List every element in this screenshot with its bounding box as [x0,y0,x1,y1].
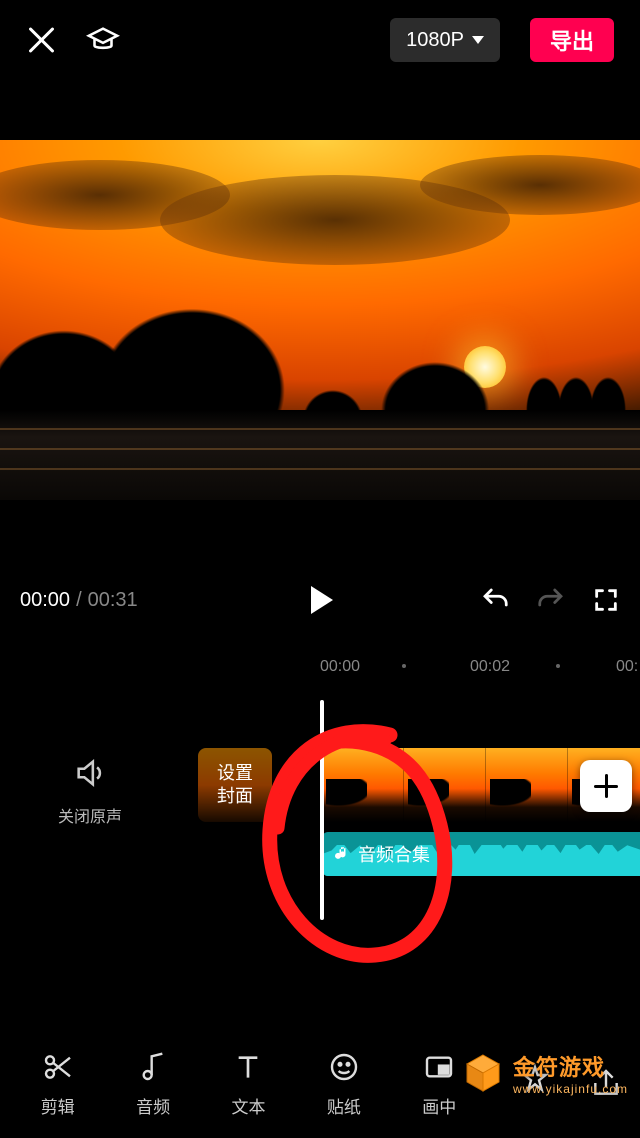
pip-icon [421,1049,457,1085]
ruler-dot [556,664,560,668]
timeline: 关闭原声 设置 封面 音频合集 [0,720,640,960]
mute-label: 关闭原声 [0,803,180,827]
watermark-url: www.yikajinfu.com [513,1082,628,1096]
cube-icon [461,1051,505,1095]
tool-audio[interactable]: 音频 [105,1028,200,1138]
add-clip-button[interactable] [580,760,632,812]
resolution-label: 1080P [406,29,464,52]
redo-button[interactable] [536,585,566,615]
duration: 00:31 [88,589,138,612]
watermark-name: 金符游戏 [513,1050,628,1082]
tool-edit[interactable]: 剪辑 [10,1028,105,1138]
set-cover-button[interactable]: 设置 封面 [198,748,272,822]
tool-label: 文本 [231,1093,265,1118]
play-button[interactable] [307,586,333,614]
playhead[interactable] [320,700,324,920]
fullscreen-button[interactable] [592,586,620,614]
audio-track-label: 音频合集 [358,841,430,867]
playback-bar: 00:00 / 00:31 [0,570,640,630]
ruler-tick: 00:00 [320,658,360,676]
preview-image [0,140,640,500]
scissors-icon [40,1049,76,1085]
clip-frame [404,748,486,822]
tool-label: 贴纸 [327,1093,361,1118]
clip-frame [322,748,404,822]
tool-label: 音频 [136,1093,170,1118]
clip-frame [486,748,568,822]
ruler-tick: 00: [616,658,638,676]
tool-label: 剪辑 [41,1093,75,1118]
tool-label: 画中 [422,1093,456,1118]
undo-button[interactable] [480,585,510,615]
sticker-icon [326,1049,362,1085]
speaker-icon [73,756,107,795]
resolution-button[interactable]: 1080P [390,18,500,62]
play-icon [311,586,333,614]
tool-text[interactable]: 文本 [201,1028,296,1138]
tool-sticker[interactable]: 贴纸 [296,1028,391,1138]
ruler-dot [402,664,406,668]
watermark: 金符游戏 www.yikajinfu.com [461,1050,628,1096]
export-button[interactable]: 导出 [530,18,614,62]
timeline-ruler[interactable]: 00:00 00:02 00: [320,652,640,682]
ruler-tick: 00:02 [470,658,510,676]
mute-original-button[interactable]: 关闭原声 [0,756,180,827]
audio-track[interactable]: 音频合集 [322,832,640,876]
top-bar: 1080P 导出 [0,0,640,80]
current-time: 00:00 [20,589,70,612]
cover-label: 设置 封面 [217,762,253,809]
video-preview[interactable] [0,140,640,500]
music-note-icon [135,1049,171,1085]
text-icon [230,1049,266,1085]
graduation-cap-icon[interactable] [86,23,120,57]
time-separator: / [76,589,82,612]
music-note-icon [332,845,350,863]
chevron-down-icon [472,36,484,44]
close-icon[interactable] [26,25,56,55]
